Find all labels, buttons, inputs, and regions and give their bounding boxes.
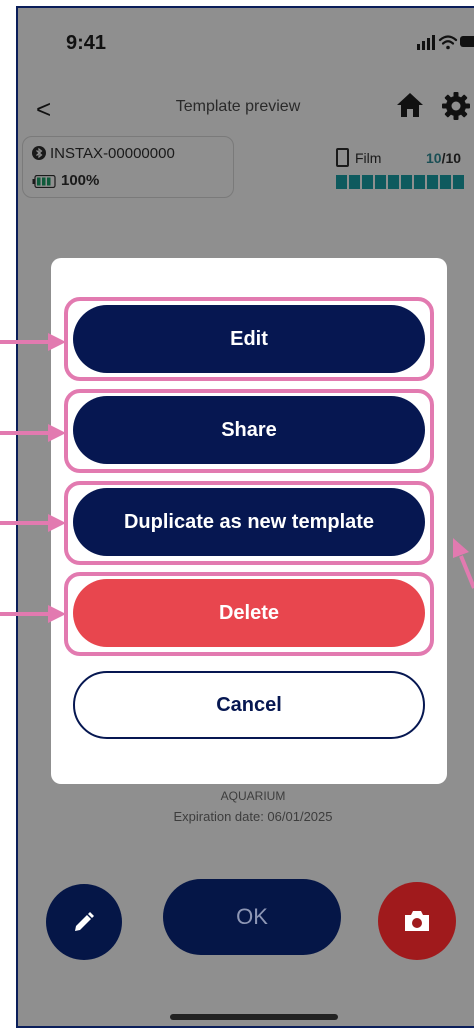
arrow-right <box>459 555 474 589</box>
annotation-arrows <box>0 333 474 623</box>
